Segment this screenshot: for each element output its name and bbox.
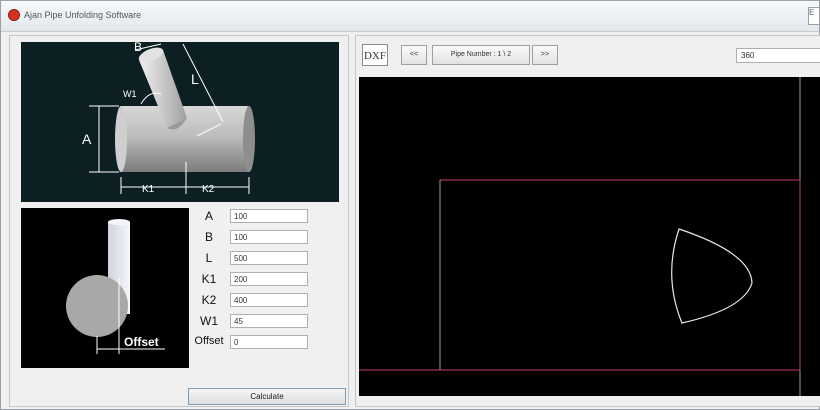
param-input-a[interactable]: 100 (230, 209, 308, 223)
param-row-k1: K1 200 (188, 271, 338, 289)
param-input-k2[interactable]: 400 (230, 293, 308, 307)
label-k1: K1 (142, 184, 155, 195)
param-input-b[interactable]: 100 (230, 230, 308, 244)
param-row-a: A 100 (188, 208, 338, 226)
calculate-button[interactable]: Calculate (188, 388, 346, 405)
param-row-l: L 500 (188, 250, 338, 268)
label-b: B (134, 42, 142, 54)
branch-pipe-diagram: B W1 L A K1 K2 (21, 40, 339, 202)
param-row-w1: W1 45 (188, 313, 338, 331)
param-label-a: A (204, 209, 213, 223)
param-input-w1[interactable]: 45 (230, 314, 308, 328)
param-label-k2: K2 (201, 293, 217, 307)
offset-label: Offset (124, 335, 159, 349)
label-l: L (191, 71, 199, 87)
param-input-offset[interactable]: 0 (230, 335, 308, 349)
param-input-k1[interactable]: 200 (230, 272, 308, 286)
angle-input[interactable]: 360 (736, 48, 820, 63)
branch-pipe-illustration: B W1 L A K1 K2 (82, 40, 255, 195)
app-window: Ajan Pipe Unfolding Software E B W1 L A … (0, 0, 820, 410)
param-label-offset: Offset (194, 335, 224, 347)
title-bar: Ajan Pipe Unfolding Software E (1, 1, 819, 32)
unfold-canvas[interactable] (359, 77, 820, 396)
param-row-b: B 100 (188, 229, 338, 247)
param-label-w1: W1 (200, 314, 218, 328)
label-a: A (82, 131, 92, 147)
param-row-k2: K2 400 (188, 292, 338, 310)
input-panel: B W1 L A K1 K2 Offset A 100 B 100 L 500 … (9, 35, 349, 407)
param-label-b: B (204, 230, 213, 244)
prev-pipe-button[interactable]: << (401, 45, 427, 65)
unfold-drawing (359, 77, 801, 396)
pattern-frame (439, 179, 801, 371)
dxf-export-button[interactable]: DXF (362, 44, 388, 66)
hole-cutout-shape (671, 228, 753, 324)
app-icon (8, 9, 20, 21)
param-label-k1: K1 (201, 272, 217, 286)
next-pipe-button[interactable]: >> (532, 45, 558, 65)
param-row-offset: Offset 0 (188, 334, 338, 352)
label-k2: K2 (202, 184, 215, 195)
label-w1: W1 (123, 89, 137, 99)
param-input-l[interactable]: 500 (230, 251, 308, 265)
window-control-button[interactable]: E (808, 7, 819, 25)
offset-diagram: Offset (21, 208, 189, 368)
param-label-l: L (205, 251, 213, 265)
output-panel: DXF << Pipe Number : 1 \ 2 >> 360 (355, 35, 820, 407)
offset-illustration: Offset (66, 219, 165, 354)
pipe-number-indicator[interactable]: Pipe Number : 1 \ 2 (432, 45, 530, 65)
window-title: Ajan Pipe Unfolding Software (24, 10, 142, 20)
